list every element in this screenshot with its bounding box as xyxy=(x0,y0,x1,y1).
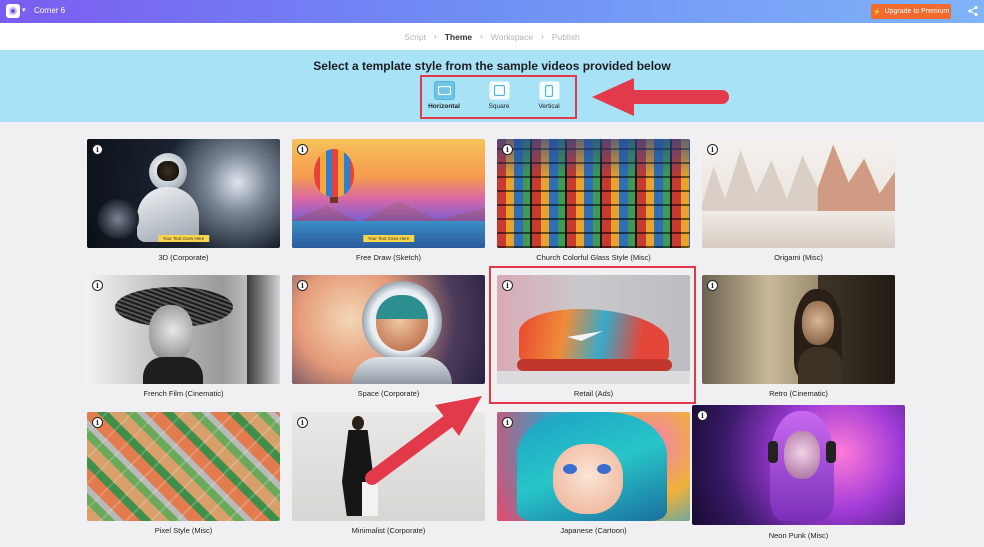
info-icon[interactable]: i xyxy=(707,144,718,155)
template-label: 3D (Corporate) xyxy=(158,253,209,262)
retail-highlight-box xyxy=(489,266,696,404)
app-logo-icon[interactable] xyxy=(6,4,20,18)
template-label: Free Draw (Sketch) xyxy=(355,253,421,262)
template-thumbnail xyxy=(702,139,895,248)
info-icon[interactable]: i xyxy=(697,410,708,421)
template-thumbnail xyxy=(87,275,280,384)
info-icon[interactable]: i xyxy=(297,280,308,291)
info-icon[interactable]: i xyxy=(297,417,308,428)
step-workspace[interactable]: Workspace xyxy=(483,32,541,42)
page-title: Select a template style from the sample … xyxy=(313,59,671,73)
template-caption: Your Text Goes Here xyxy=(157,235,210,242)
info-icon[interactable]: i xyxy=(502,417,513,428)
info-icon[interactable]: i xyxy=(92,280,103,291)
template-thumbnail xyxy=(692,405,905,525)
step-theme[interactable]: Theme xyxy=(437,32,480,42)
template-thumbnail: Your Text Goes Here xyxy=(87,139,280,248)
template-label: Church Colorful Glass Style (Misc) xyxy=(536,253,651,262)
top-bar: ▾ Corner 6 ⚡ Upgrade to Premium xyxy=(0,0,984,23)
template-thumbnail xyxy=(702,275,895,384)
info-icon[interactable]: i xyxy=(502,144,513,155)
info-icon[interactable]: i xyxy=(92,417,103,428)
template-label: Pixel Style (Misc) xyxy=(154,526,213,535)
template-label: Space (Corporate) xyxy=(357,389,420,398)
template-label: French Film (Cinematic) xyxy=(143,389,224,398)
template-label: Origami (Misc) xyxy=(774,253,823,262)
template-label: Japanese (Cartoon) xyxy=(560,526,627,535)
template-thumbnail xyxy=(292,412,485,521)
template-thumbnail xyxy=(497,412,690,521)
template-thumbnail xyxy=(292,275,485,384)
template-thumbnail xyxy=(87,412,280,521)
share-icon[interactable] xyxy=(967,5,979,17)
project-name[interactable]: Corner 6 xyxy=(34,6,65,15)
info-icon[interactable]: i xyxy=(92,144,103,155)
step-publish[interactable]: Publish xyxy=(544,32,588,42)
upgrade-button[interactable]: ⚡ Upgrade to Premium xyxy=(871,4,951,19)
upgrade-button-label: Upgrade to Premium xyxy=(884,8,950,15)
template-label: Minimalist (Corporate) xyxy=(351,526,426,535)
info-icon[interactable]: i xyxy=(502,280,513,291)
step-breadcrumb: Script › Theme › Workspace › Publish xyxy=(0,23,984,50)
info-icon[interactable]: i xyxy=(707,280,718,291)
template-thumbnail: Your Text Goes Here xyxy=(292,139,485,248)
step-script[interactable]: Script xyxy=(396,32,434,42)
template-label: Retro (Cinematic) xyxy=(769,389,828,398)
template-caption: Your Text Goes Here xyxy=(362,235,415,242)
info-icon[interactable]: i xyxy=(297,144,308,155)
template-label: Neon Punk (Misc) xyxy=(768,531,829,540)
chevron-down-icon[interactable]: ▾ xyxy=(22,6,26,14)
template-thumbnail xyxy=(497,139,690,248)
lightning-icon: ⚡ xyxy=(872,8,882,16)
orientation-highlight-box xyxy=(420,75,577,119)
